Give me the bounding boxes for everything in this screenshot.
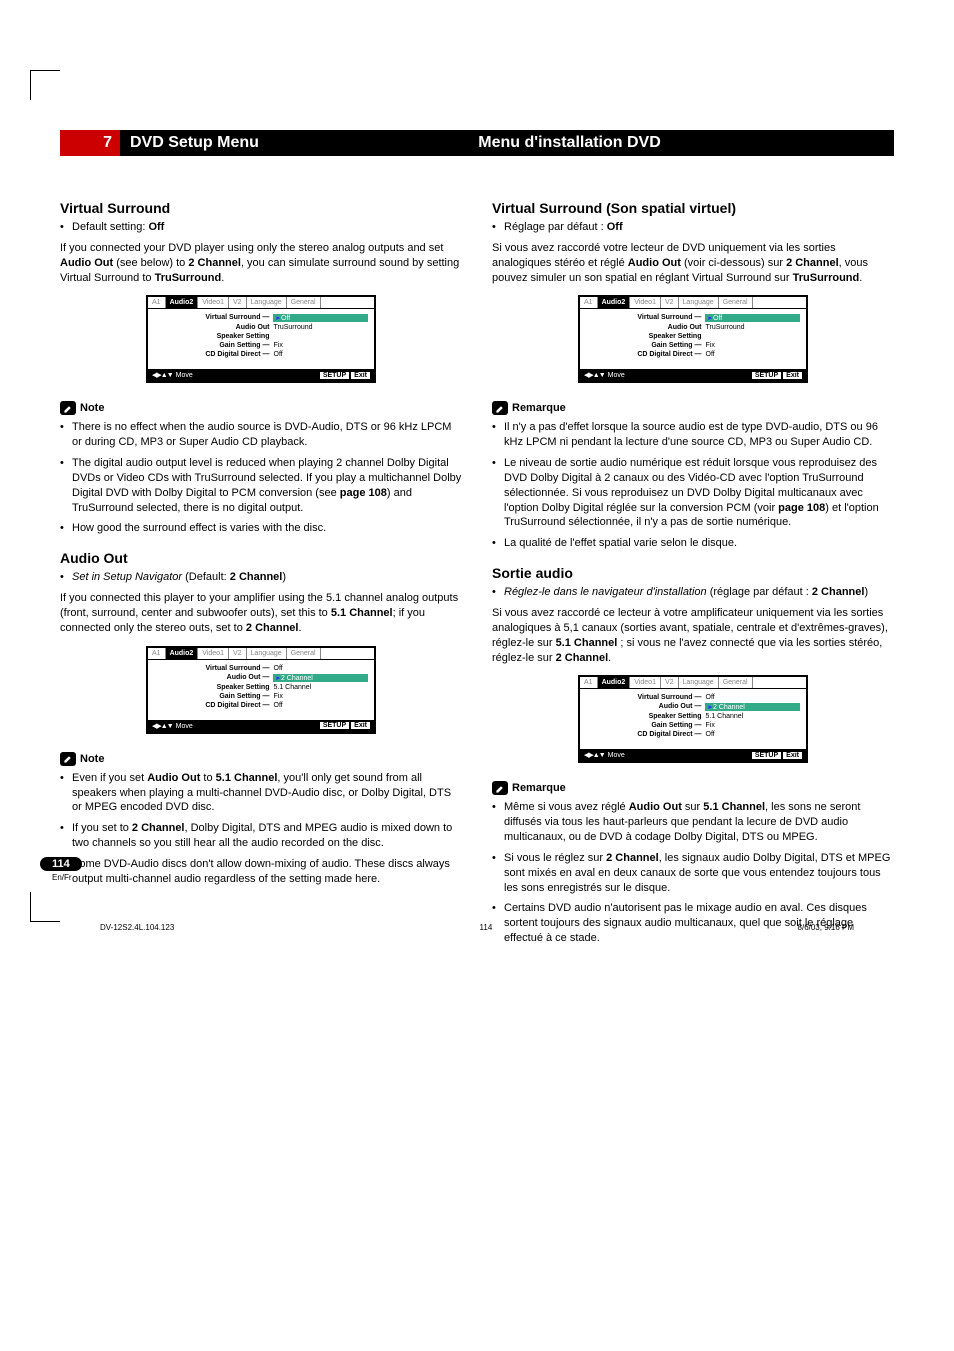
osd-tab-active: Audio2 xyxy=(166,297,199,308)
vs-body-en: If you connected your DVD player using o… xyxy=(60,241,462,286)
ao-title-en: Audio Out xyxy=(60,550,462,566)
ao-body-fr: Si vous avez raccordé ce lecteur à votre… xyxy=(492,606,894,665)
note-item: Le niveau de sortie audio numérique est … xyxy=(492,456,894,530)
note-item: There is no effect when the audio source… xyxy=(60,420,462,450)
note-header-fr-2: Remarque xyxy=(492,781,566,795)
note-item: La qualité de l'effet spatial varie selo… xyxy=(492,536,894,551)
ao-body-en: If you connected this player to your amp… xyxy=(60,591,462,636)
column-en: Virtual Surround Default setting: Off If… xyxy=(60,186,462,952)
chapter-header: 7 DVD Setup Menu Menu d'installation DVD xyxy=(60,130,894,156)
pencil-icon xyxy=(492,781,508,795)
header-title-en: DVD Setup Menu xyxy=(120,130,468,156)
header-title-fr: Menu d'installation DVD xyxy=(468,130,894,156)
pencil-icon xyxy=(492,401,508,415)
pencil-icon xyxy=(60,752,76,766)
vs-body-fr: Si vous avez raccordé votre lecteur de D… xyxy=(492,241,894,286)
ao-default-en: Set in Setup Navigator (Default: 2 Chann… xyxy=(60,570,462,585)
note-header-fr: Remarque xyxy=(492,401,566,415)
osd-ao-en: A1 Audio2 Video1 V2 Language General Vir… xyxy=(146,646,376,734)
page-number-pill: 114 En/Fr xyxy=(40,857,82,882)
chapter-number: 7 xyxy=(60,130,120,156)
note-item: Si vous le réglez sur 2 Channel, les sig… xyxy=(492,851,894,896)
vs-title-fr: Virtual Surround (Son spatial virtuel) xyxy=(492,200,894,216)
note-item: Même si vous avez réglé Audio Out sur 5.… xyxy=(492,800,894,845)
osd-tab: General xyxy=(287,297,321,308)
osd-tab: Language xyxy=(247,297,287,308)
note-item: Il n'y a pas d'effet lorsque la source a… xyxy=(492,420,894,450)
column-fr: Virtual Surround (Son spatial virtuel) R… xyxy=(492,186,894,952)
footer-file: DV-12S2.4L.104.123 xyxy=(100,923,174,932)
osd-tab: V2 xyxy=(229,297,247,308)
note-item: If you set to 2 Channel, Dolby Digital, … xyxy=(60,821,462,851)
pencil-icon xyxy=(60,401,76,415)
vs-default-en: Default setting: Off xyxy=(60,220,462,235)
ao-default-fr: Réglez-le dans le navigateur d'installat… xyxy=(492,585,894,600)
note-item: Some DVD-Audio discs don't allow down-mi… xyxy=(60,857,462,887)
vs-default-fr: Réglage par défaut : Off xyxy=(492,220,894,235)
osd-vs-en: A1 Audio2 Video1 V2 Language General Vir… xyxy=(146,295,376,383)
osd-tab: A1 xyxy=(148,297,166,308)
note-item: Even if you set Audio Out to 5.1 Channel… xyxy=(60,771,462,816)
page-content: 7 DVD Setup Menu Menu d'installation DVD… xyxy=(0,0,954,992)
osd-vs-fr: A1 Audio2 Video1 V2 Language General Vir… xyxy=(578,295,808,383)
note-item: How good the surround effect is varies w… xyxy=(60,521,462,536)
footer-meta: DV-12S2.4L.104.123 114 8/6/03, 9:16 PM xyxy=(100,923,854,932)
footer-time: 8/6/03, 9:16 PM xyxy=(798,923,854,932)
footer-page: 114 xyxy=(480,923,493,932)
note-header-en: Note xyxy=(60,401,104,415)
note-item: The digital audio output level is reduce… xyxy=(60,456,462,515)
arrows-icon: Move xyxy=(152,371,193,379)
osd-tab: Video1 xyxy=(198,297,229,308)
vs-title-en: Virtual Surround xyxy=(60,200,462,216)
note-header-en-2: Note xyxy=(60,752,104,766)
osd-ao-fr: A1 Audio2 Video1 V2 Language General Vir… xyxy=(578,675,808,763)
ao-title-fr: Sortie audio xyxy=(492,565,894,581)
